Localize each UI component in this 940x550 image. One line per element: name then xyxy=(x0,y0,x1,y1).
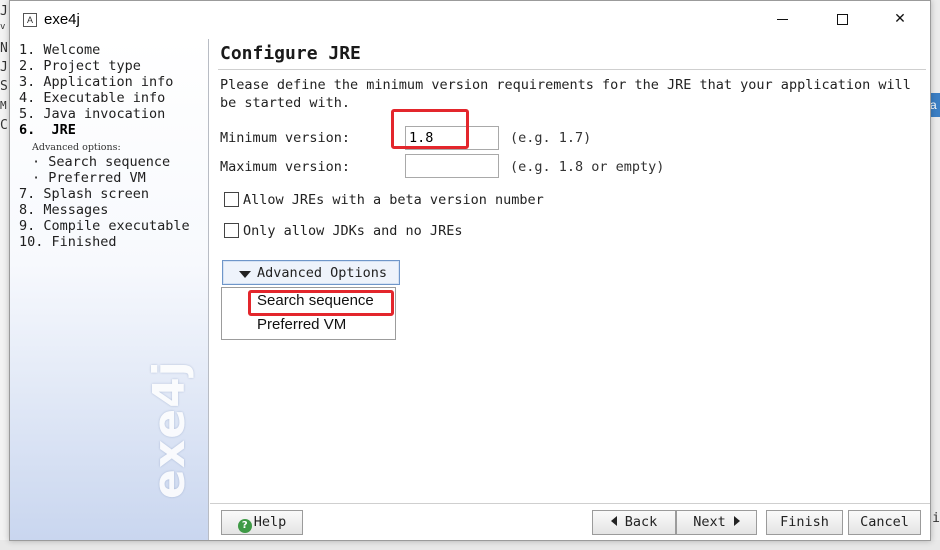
allow-beta-label: Allow JREs with a beta version number xyxy=(243,192,544,208)
help-label: Help xyxy=(253,514,287,530)
only-jdk-label: Only allow JDKs and no JREs xyxy=(243,223,463,239)
header-divider xyxy=(218,69,926,70)
nav-step-compile-executable[interactable]: 9. Compile executable xyxy=(19,218,190,234)
arrow-right-icon xyxy=(733,516,740,526)
bg-char: v xyxy=(0,22,6,32)
arrow-left-icon xyxy=(610,516,617,526)
bg-char: M xyxy=(0,99,7,112)
minimize-icon xyxy=(776,18,788,20)
page-description: Please define the minimum version requir… xyxy=(220,77,911,111)
allow-beta-checkbox[interactable] xyxy=(224,192,239,207)
nav-step-executable-info[interactable]: 4. Executable info xyxy=(19,90,165,106)
search-sequence-highlight xyxy=(248,290,394,316)
app-icon: A xyxy=(23,13,37,27)
page-title: Configure JRE xyxy=(220,43,361,64)
min-version-label: Minimum version: xyxy=(220,130,351,146)
main-panel: Configure JRE Please define the minimum … xyxy=(210,39,930,502)
cancel-button[interactable]: Cancel xyxy=(848,510,921,535)
nav-step-messages[interactable]: 8. Messages xyxy=(19,202,108,218)
max-version-input[interactable] xyxy=(405,154,499,178)
footer-divider xyxy=(210,503,930,504)
next-label: Next xyxy=(693,514,726,530)
finish-button[interactable]: Finish xyxy=(766,510,843,535)
nav-step-splash-screen[interactable]: 7. Splash screen xyxy=(19,186,149,202)
nav-sub-search-sequence[interactable]: · Search sequence xyxy=(32,154,170,170)
bg-char: J xyxy=(0,4,8,19)
allow-beta-row[interactable]: Allow JREs with a beta version number xyxy=(224,192,544,208)
nav-step-jre[interactable]: 6. JRE xyxy=(19,122,76,138)
background-window-bottom-edge xyxy=(0,540,940,550)
back-button[interactable]: Back xyxy=(592,510,676,535)
nav-step-application-info[interactable]: 3. Application info xyxy=(19,74,173,90)
cancel-label: Cancel xyxy=(860,514,909,530)
maximize-icon xyxy=(836,13,848,25)
bg-char: S xyxy=(0,79,8,94)
bg-tab: a xyxy=(930,93,940,117)
nav-step-welcome[interactable]: 1. Welcome xyxy=(19,42,100,58)
nav-advanced-heading: Advanced options: xyxy=(32,142,121,153)
only-jdk-checkbox[interactable] xyxy=(224,223,239,238)
background-window-right-edge: a i xyxy=(930,0,940,550)
bg-char: J xyxy=(0,60,8,75)
nav-step-finished[interactable]: 10. Finished xyxy=(19,234,117,250)
triangle-down-icon xyxy=(239,271,251,278)
title-bar[interactable]: A exe4j ✕ xyxy=(10,1,930,39)
minimize-button[interactable] xyxy=(759,1,805,39)
exe4j-watermark-logo: exe4j xyxy=(144,360,195,499)
max-version-hint: (e.g. 1.8 or empty) xyxy=(510,159,665,175)
close-button[interactable]: ✕ xyxy=(877,1,923,39)
bg-char: i xyxy=(932,511,940,526)
bg-char: C xyxy=(0,118,8,133)
nav-step-java-invocation[interactable]: 5. Java invocation xyxy=(19,106,165,122)
nav-step-project-type[interactable]: 2. Project type xyxy=(19,58,141,74)
advanced-options-button[interactable]: Advanced Options xyxy=(222,260,400,285)
min-version-highlight xyxy=(391,109,469,149)
wizard-step-list: 1. Welcome 2. Project type 3. Applicatio… xyxy=(10,39,209,540)
help-button[interactable]: ? Help xyxy=(221,510,303,535)
finish-label: Finish xyxy=(780,514,829,530)
help-icon: ? xyxy=(237,519,252,533)
window-title: exe4j xyxy=(44,11,80,28)
menu-item-preferred-vm[interactable]: Preferred VM xyxy=(257,316,346,333)
close-icon: ✕ xyxy=(894,11,906,27)
min-version-hint: (e.g. 1.7) xyxy=(510,130,592,146)
bg-char: N xyxy=(0,41,8,56)
next-button[interactable]: Next xyxy=(676,510,757,535)
back-label: Back xyxy=(624,514,658,530)
maximize-button[interactable] xyxy=(819,1,865,39)
nav-sub-preferred-vm[interactable]: · Preferred VM xyxy=(32,170,146,186)
only-jdk-row[interactable]: Only allow JDKs and no JREs xyxy=(224,223,462,239)
advanced-options-label: Advanced Options xyxy=(257,265,388,281)
max-version-label: Maximum version: xyxy=(220,159,351,175)
exe4j-wizard-window: A exe4j ✕ 1. Welcome 2. Project type 3. … xyxy=(9,0,931,541)
